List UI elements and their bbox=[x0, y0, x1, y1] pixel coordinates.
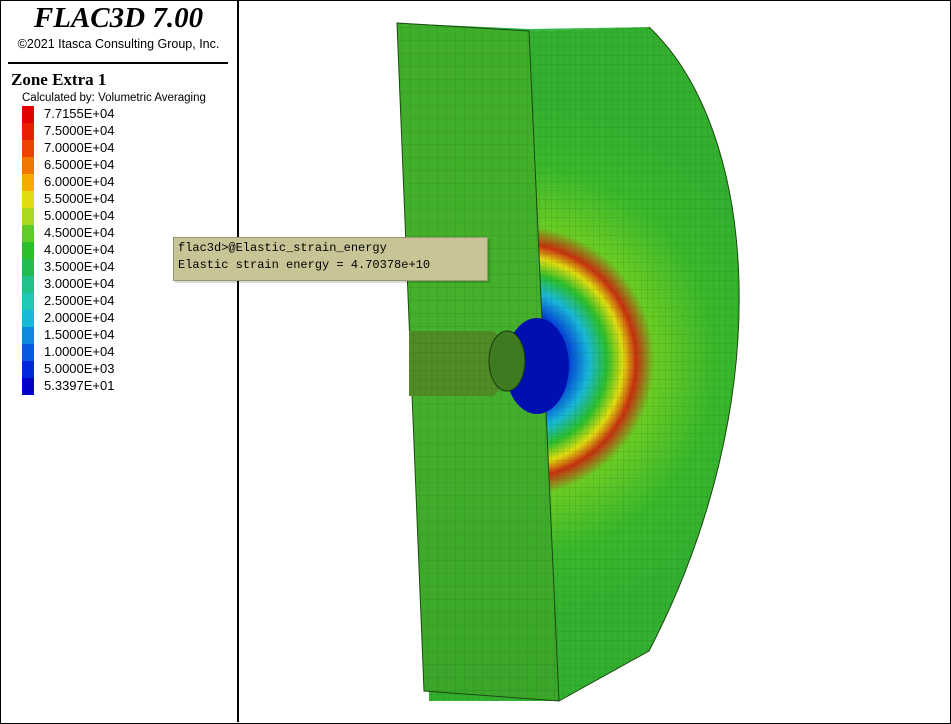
tunnel-opening bbox=[488, 330, 526, 392]
legend-label: 7.7155E+04 bbox=[44, 106, 115, 121]
legend-label: 5.0000E+03 bbox=[44, 361, 115, 376]
legend-label: 2.0000E+04 bbox=[44, 310, 115, 325]
legend-swatch bbox=[22, 106, 34, 123]
plot-title: Zone Extra 1 bbox=[11, 70, 107, 89]
legend-label: 7.5000E+04 bbox=[44, 123, 115, 138]
legend-swatch bbox=[22, 157, 34, 174]
legend-label: 4.5000E+04 bbox=[44, 225, 115, 240]
legend-label: 3.5000E+04 bbox=[44, 259, 115, 274]
legend-swatch bbox=[22, 242, 34, 259]
legend-swatch bbox=[22, 208, 34, 225]
legend-swatch bbox=[22, 123, 34, 140]
legend-swatch bbox=[22, 225, 34, 242]
model-viewport[interactable]: Z X Y bbox=[239, 1, 949, 722]
copyright-text: ©2021 Itasca Consulting Group, Inc. bbox=[17, 37, 220, 51]
legend-label: 3.0000E+04 bbox=[44, 276, 115, 291]
legend-swatch bbox=[22, 276, 34, 293]
console-tooltip: flac3d>@Elastic_strain_energy Elastic st… bbox=[173, 237, 488, 281]
legend-swatch bbox=[22, 174, 34, 191]
console-command: flac3d>@Elastic_strain_energy bbox=[178, 241, 387, 255]
legend-label: 6.0000E+04 bbox=[44, 174, 115, 189]
legend-swatch bbox=[22, 259, 34, 276]
legend-label: 7.0000E+04 bbox=[44, 140, 115, 155]
legend-label: 4.0000E+04 bbox=[44, 242, 115, 257]
legend-swatch bbox=[22, 344, 34, 361]
app-title: FLAC3D 7.00 bbox=[33, 2, 204, 34]
legend-divider bbox=[8, 62, 228, 64]
legend-swatch bbox=[22, 140, 34, 157]
legend-label: 5.3397E+01 bbox=[44, 378, 115, 393]
console-output: Elastic strain energy = 4.70378e+10 bbox=[178, 258, 431, 272]
legend-label: 1.5000E+04 bbox=[44, 327, 115, 342]
calculation-method: Calculated by: Volumetric Averaging bbox=[22, 92, 206, 104]
legend-swatch bbox=[22, 191, 34, 208]
legend-swatch bbox=[22, 293, 34, 310]
legend-label: 6.5000E+04 bbox=[44, 157, 115, 172]
model-view-svg bbox=[396, 22, 740, 702]
legend-swatch bbox=[22, 361, 34, 378]
legend-swatch bbox=[22, 310, 34, 327]
legend-swatch bbox=[22, 327, 34, 344]
legend-label: 2.5000E+04 bbox=[44, 293, 115, 308]
legend-panel: FLAC3D 7.00 ©2021 Itasca Consulting Grou… bbox=[0, 0, 239, 722]
legend-label: 1.0000E+04 bbox=[44, 344, 115, 359]
legend-swatch bbox=[22, 378, 34, 395]
legend-label: 5.5000E+04 bbox=[44, 191, 115, 206]
legend-label: 5.0000E+04 bbox=[44, 208, 115, 223]
